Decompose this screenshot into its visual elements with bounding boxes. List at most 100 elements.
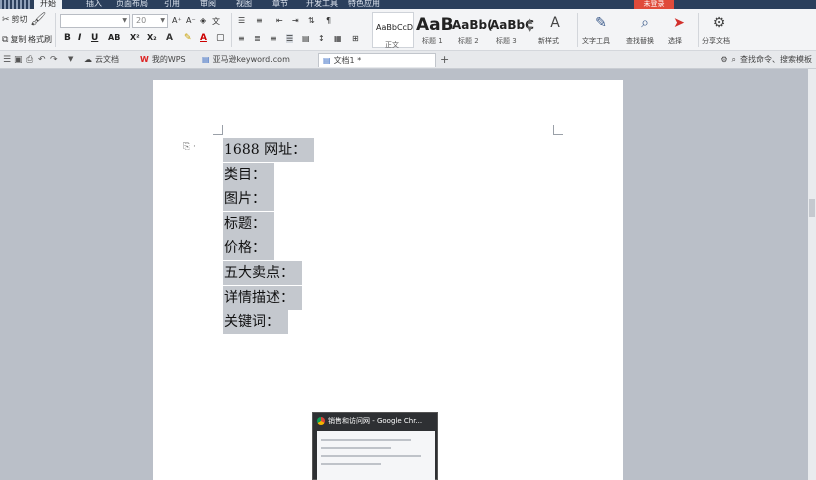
find-replace-button[interactable]: ⌕ 查找替换 <box>624 12 664 48</box>
align-right-icon[interactable]: ≡ <box>270 34 277 43</box>
font-size-value: 20 <box>136 16 147 25</box>
document-content[interactable]: 1688 网址： 类目： 图片： 标题： 价格： 五大卖点： 详情描述： 关键词… <box>223 138 315 335</box>
new-style-icon: A <box>550 15 560 31</box>
chevron-down-icon: ▼ <box>160 17 165 24</box>
print-icon[interactable]: ⎙ <box>26 55 33 65</box>
highlight-icon[interactable]: ✎ <box>184 33 192 43</box>
undo-icon[interactable]: ↶ <box>38 55 46 65</box>
search-placeholder: 查找命令、搜索模板 <box>740 55 812 64</box>
borders-icon[interactable]: ⊞ <box>352 34 359 43</box>
new-tab-icon[interactable]: + <box>440 53 449 66</box>
cut-button[interactable]: ✂ 剪切 <box>2 14 28 25</box>
save-icon[interactable]: ▣ <box>14 55 23 65</box>
style-normal-sample: AaBbCcD <box>376 23 414 32</box>
justify-icon[interactable]: ☰ <box>286 34 294 43</box>
decrease-indent-icon[interactable]: ⇤ <box>276 16 283 25</box>
doc-icon: ▤ <box>323 55 331 65</box>
bold-icon[interactable]: B <box>64 33 71 43</box>
doc-line-images[interactable]: 图片： <box>223 187 314 212</box>
styles-scroll-icon[interactable]: ▲ ▼ <box>527 17 532 33</box>
gear-icon[interactable]: ⚙ <box>720 55 727 64</box>
style-normal-label: 正文 <box>385 41 399 49</box>
format-painter-icon-button[interactable]: 🖌 <box>30 12 47 27</box>
doc-line-keywords[interactable]: 关键词： <box>223 310 314 335</box>
share-doc-button[interactable]: ⚙ 分享文档 <box>702 12 738 48</box>
grow-font-icon[interactable]: A⁺ <box>172 16 182 25</box>
shrink-font-icon[interactable]: A⁻ <box>186 16 196 25</box>
doc-line-price[interactable]: 价格： <box>223 236 314 261</box>
font-size-select[interactable]: 20 ▼ <box>132 14 168 28</box>
menu-tab-features[interactable]: 特色应用 <box>348 0 380 9</box>
command-search[interactable]: ⚙ ⌕ 查找命令、搜索模板 <box>720 54 812 65</box>
popup-preview <box>317 431 435 480</box>
vertical-scrollbar[interactable] <box>808 69 816 480</box>
menu-tab-insert[interactable]: 插入 <box>86 0 102 9</box>
copy-icon: ⧉ <box>2 34 9 45</box>
doc-line-category[interactable]: 类目： <box>223 162 314 188</box>
style-heading-1-sample: AaB <box>416 15 454 35</box>
format-painter-button[interactable]: 格式刷 <box>28 34 52 45</box>
show-marks-icon[interactable]: ¶ <box>326 16 331 25</box>
brush-icon: 🖌 <box>30 12 47 27</box>
login-button[interactable]: 未登录 <box>634 0 674 9</box>
align-center-icon[interactable]: ≣ <box>254 34 261 43</box>
line-spacing-icon[interactable]: ↕ <box>318 34 325 43</box>
distributed-icon[interactable]: ▤ <box>302 34 310 43</box>
doc-line-1688-url[interactable]: 1688 网址： <box>223 138 315 163</box>
font-color-icon[interactable]: A <box>200 33 207 43</box>
menu-tab-home[interactable]: 开始 <box>34 0 62 9</box>
text-effect-icon[interactable]: A <box>166 33 173 43</box>
shading-icon[interactable]: ▦ <box>334 34 342 43</box>
style-heading-2-label: 标题 2 <box>458 37 479 45</box>
text-tools-button[interactable]: ✎ 文字工具 <box>580 12 622 48</box>
copy-button[interactable]: ⧉ 复制 <box>2 34 26 45</box>
tab-cloud-docs[interactable]: ☁ 云文档 <box>80 53 123 67</box>
tab-my-wps[interactable]: W 我的WPS <box>136 53 190 67</box>
subscript-icon[interactable]: X₂ <box>147 33 157 42</box>
phonetic-icon[interactable]: 文 <box>212 16 220 27</box>
scrollbar-thumb[interactable] <box>809 199 815 217</box>
style-heading-3[interactable]: AaBbC 标题 3 <box>490 12 534 48</box>
cursor-icon: ➤ <box>673 15 685 31</box>
strikethrough-icon[interactable]: AB <box>108 33 120 42</box>
window-thumbnail-popup[interactable]: 销售和访问网 - Google Chr... <box>312 412 438 480</box>
menu-tab-page-layout[interactable]: 页面布局 <box>116 0 148 9</box>
style-heading-1-label: 标题 1 <box>422 37 443 45</box>
font-name-select[interactable]: ▼ <box>60 14 130 28</box>
search-icon: ⌕ <box>731 54 736 64</box>
menu-tab-view[interactable]: 视图 <box>236 0 252 9</box>
select-button[interactable]: ➤ 选择 <box>666 12 694 48</box>
char-border-icon[interactable]: ▢ <box>216 33 225 43</box>
menu-tab-references[interactable]: 引用 <box>164 0 180 9</box>
file-icon: ▤ <box>202 55 210 64</box>
app-menu-grip[interactable] <box>0 0 30 9</box>
paragraph-handle-icon[interactable]: ⎘ · <box>183 142 196 152</box>
tab-label: 云文档 <box>95 55 119 64</box>
ribbon-toolbar: ✂ 剪切 🖌 ⧉ 复制 格式刷 ▼ 20 ▼ A⁺ A⁻ ◈ 文 B I U A… <box>0 9 816 51</box>
new-style-button[interactable]: A 新样式 <box>538 12 572 48</box>
sort-icon[interactable]: ⇅ <box>308 16 315 25</box>
italic-icon[interactable]: I <box>78 33 81 43</box>
doc-line-bullet-points[interactable]: 五大卖点： <box>223 260 314 286</box>
increase-indent-icon[interactable]: ⇥ <box>292 16 299 25</box>
tab-file-keyword[interactable]: ▤ 亚马逊keyword.com <box>198 53 294 67</box>
doc-line-title[interactable]: 标题： <box>223 211 314 237</box>
menu-tab-developer[interactable]: 开发工具 <box>306 0 338 9</box>
doc-line-description[interactable]: 详情描述： <box>223 285 314 311</box>
bullets-icon[interactable]: ☰ <box>238 16 245 25</box>
chevron-down-icon[interactable]: ▼ <box>68 55 73 63</box>
numbering-icon[interactable]: ≡ <box>256 16 263 25</box>
style-heading-2[interactable]: AaBb( 标题 2 <box>452 12 493 48</box>
menu-tab-chapter[interactable]: 章节 <box>272 0 288 9</box>
margin-corner-top-left <box>213 125 223 135</box>
align-left-icon[interactable]: ≡ <box>238 34 245 43</box>
style-heading-1[interactable]: AaB 标题 1 <box>416 12 454 48</box>
superscript-icon[interactable]: X² <box>130 33 140 42</box>
redo-icon[interactable]: ↷ <box>50 55 58 65</box>
clear-format-icon[interactable]: ◈ <box>200 16 206 25</box>
style-normal[interactable]: AaBbCcD 正文 <box>372 12 414 49</box>
quick-menu-icon[interactable]: ☰ <box>3 55 11 65</box>
menu-tab-review[interactable]: 审阅 <box>200 0 216 9</box>
tab-document-1[interactable]: ▤ 文档1 * <box>318 53 436 67</box>
underline-icon[interactable]: U <box>91 33 98 43</box>
